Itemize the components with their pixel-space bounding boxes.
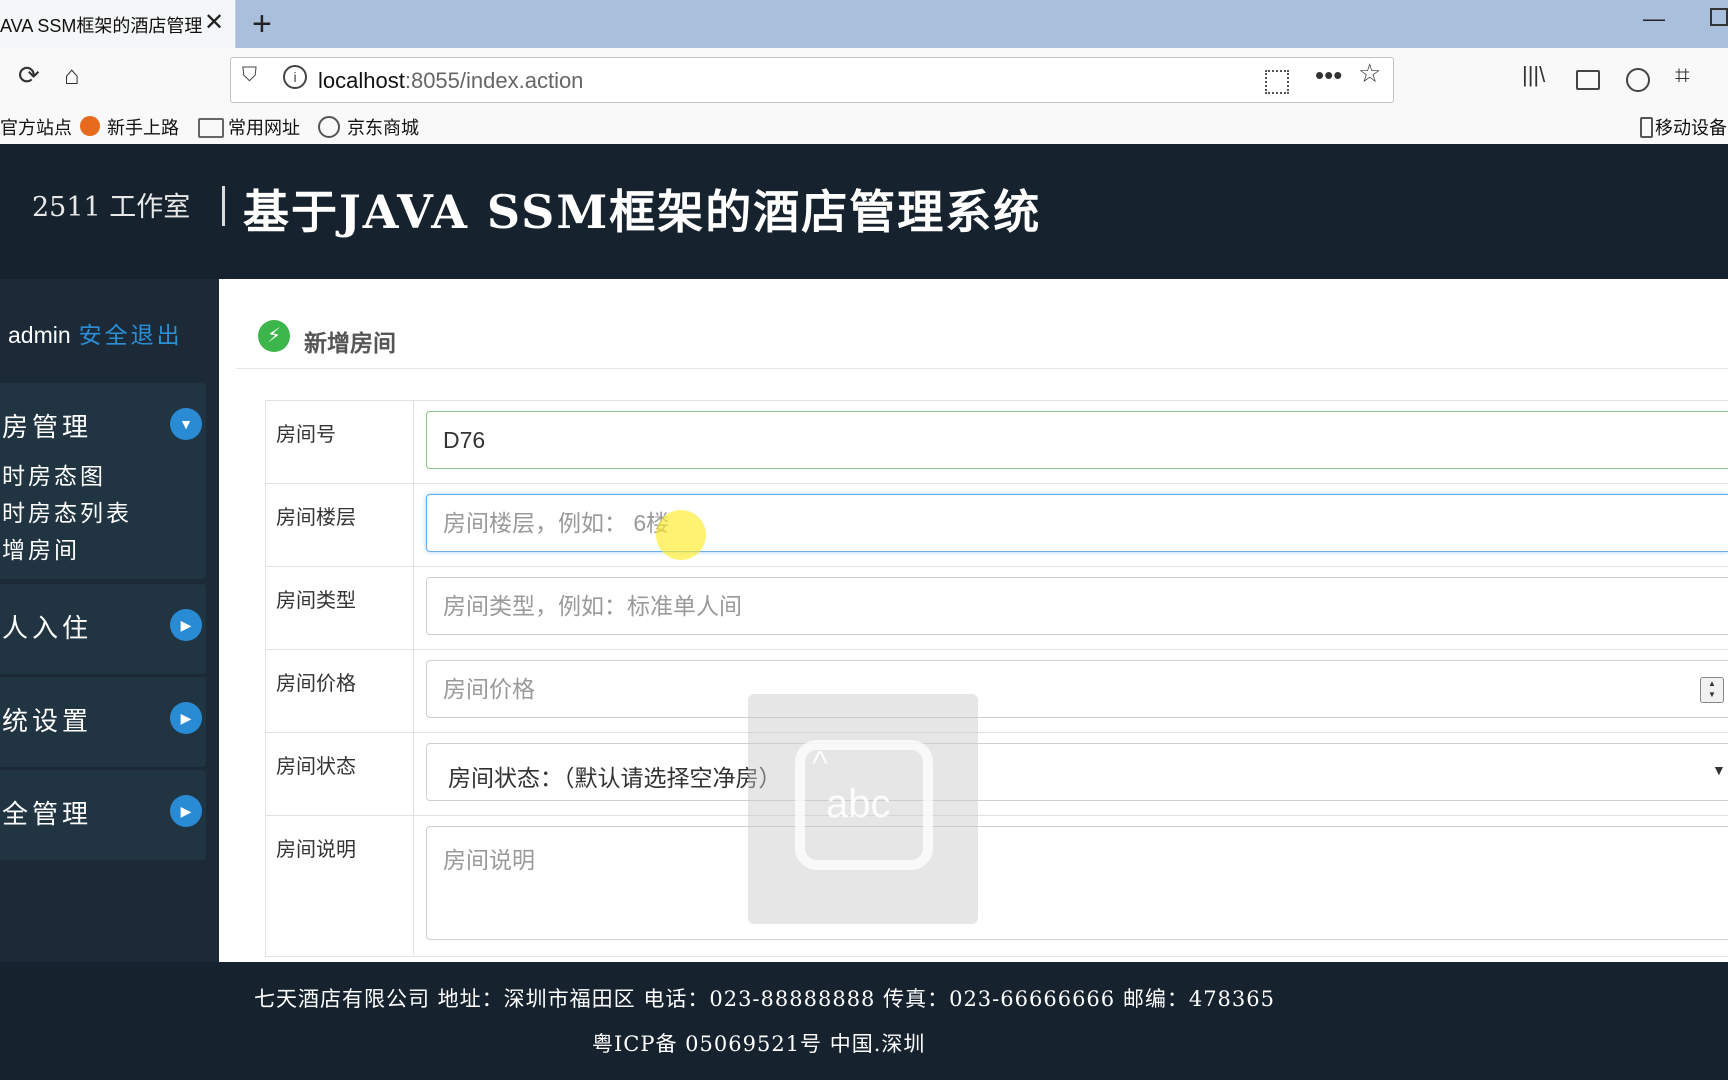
- menu-label-room-management[interactable]: 房管理: [2, 407, 92, 444]
- sidebar-item-room-status-map[interactable]: 时房态图: [2, 457, 106, 491]
- url-text[interactable]: localhost:8055/index.action: [318, 68, 583, 94]
- bookmark-common-sites[interactable]: 常用网址: [228, 114, 300, 140]
- username: admin: [8, 322, 71, 348]
- tab-title: AVA SSM框架的酒店管理: [0, 16, 203, 36]
- room-number-label: 房间号: [276, 424, 336, 446]
- status-selected-value: 房间状态：（默认请选择空净房）: [448, 765, 782, 791]
- header-divider: [222, 186, 225, 226]
- globe-icon: [318, 116, 340, 138]
- caret-down-icon[interactable]: ▼: [1712, 762, 1726, 778]
- status-label: 房间状态: [276, 756, 356, 778]
- page-header: [236, 300, 1728, 369]
- sidebar-item-add-room[interactable]: 增房间: [2, 531, 80, 565]
- type-input[interactable]: [426, 577, 1728, 635]
- url-path: :8055/index.action: [404, 68, 584, 93]
- bookmark-star-icon[interactable]: ☆: [1358, 58, 1381, 88]
- price-input[interactable]: [426, 660, 1728, 718]
- lightning-icon: ⚡: [258, 320, 290, 352]
- price-label: 房间价格: [276, 673, 356, 695]
- home-icon[interactable]: ⌂: [64, 60, 80, 90]
- price-stepper[interactable]: ▲ ▼: [1700, 677, 1724, 703]
- library-icon[interactable]: |||\: [1522, 60, 1545, 90]
- footer: [0, 962, 1728, 1080]
- page-title: 新增房间: [304, 330, 396, 356]
- ime-text: abc: [826, 782, 891, 826]
- mobile-icon: [1640, 117, 1653, 138]
- bookmark-jd-mall[interactable]: 京东商城: [347, 114, 419, 140]
- more-icon[interactable]: •••: [1315, 60, 1342, 90]
- firefox-icon: [80, 116, 100, 136]
- sidebar-toggle-icon[interactable]: [1576, 70, 1600, 90]
- caret-up-icon: ^: [812, 745, 828, 783]
- chevron-right-icon[interactable]: ▶: [170, 795, 202, 827]
- floor-label: 房间楼层: [276, 507, 356, 529]
- bookmark-getting-started[interactable]: 新手上路: [107, 114, 179, 140]
- description-label: 房间说明: [276, 839, 356, 861]
- close-tab-icon[interactable]: ✕: [204, 9, 224, 37]
- crop-icon[interactable]: ⌗: [1675, 60, 1690, 90]
- chevron-down-icon[interactable]: ▼: [170, 408, 202, 440]
- room-number-input[interactable]: [426, 411, 1728, 469]
- description-textarea[interactable]: [426, 826, 1728, 940]
- menu-label-system-settings[interactable]: 统设置: [2, 701, 92, 738]
- footer-icp: 粤ICP备 05069521号 中国.深圳: [592, 1032, 926, 1056]
- account-icon[interactable]: [1626, 68, 1650, 92]
- logout-link[interactable]: 安全退出: [79, 322, 183, 348]
- menu-label-checkin[interactable]: 人入住: [2, 608, 92, 645]
- url-host: localhost: [318, 68, 405, 93]
- chevron-right-icon[interactable]: ▶: [170, 609, 202, 641]
- menu-label-security[interactable]: 全管理: [2, 794, 92, 831]
- bookmark-official-site[interactable]: 官方站点: [0, 114, 72, 140]
- bookmark-mobile[interactable]: 移动设备: [1655, 114, 1727, 140]
- shield-icon[interactable]: ⛉: [242, 64, 257, 87]
- type-label: 房间类型: [276, 590, 356, 612]
- studio-logo: 2511 工作室: [32, 192, 191, 223]
- cursor-highlight: [656, 510, 706, 560]
- sidebar-item-room-status-list[interactable]: 时房态列表: [2, 494, 132, 528]
- floor-input[interactable]: [426, 494, 1728, 552]
- restore-window-icon[interactable]: [1710, 8, 1728, 26]
- chevron-right-icon[interactable]: ▶: [170, 702, 202, 734]
- qr-code-icon[interactable]: [1265, 70, 1289, 94]
- reload-icon[interactable]: ⟳: [18, 60, 40, 90]
- minimize-icon[interactable]: —: [1643, 6, 1665, 32]
- footer-company-info: 七天酒店有限公司 地址：深圳市福田区 电话：023-88888888 传真：02…: [254, 987, 1275, 1011]
- new-tab-icon[interactable]: +: [252, 4, 272, 44]
- app-title: 基于JAVA SSM框架的酒店管理系统: [243, 185, 1042, 239]
- folder-icon: [198, 118, 224, 138]
- info-icon[interactable]: i: [283, 65, 307, 89]
- user-info: admin 安全退出: [8, 316, 183, 350]
